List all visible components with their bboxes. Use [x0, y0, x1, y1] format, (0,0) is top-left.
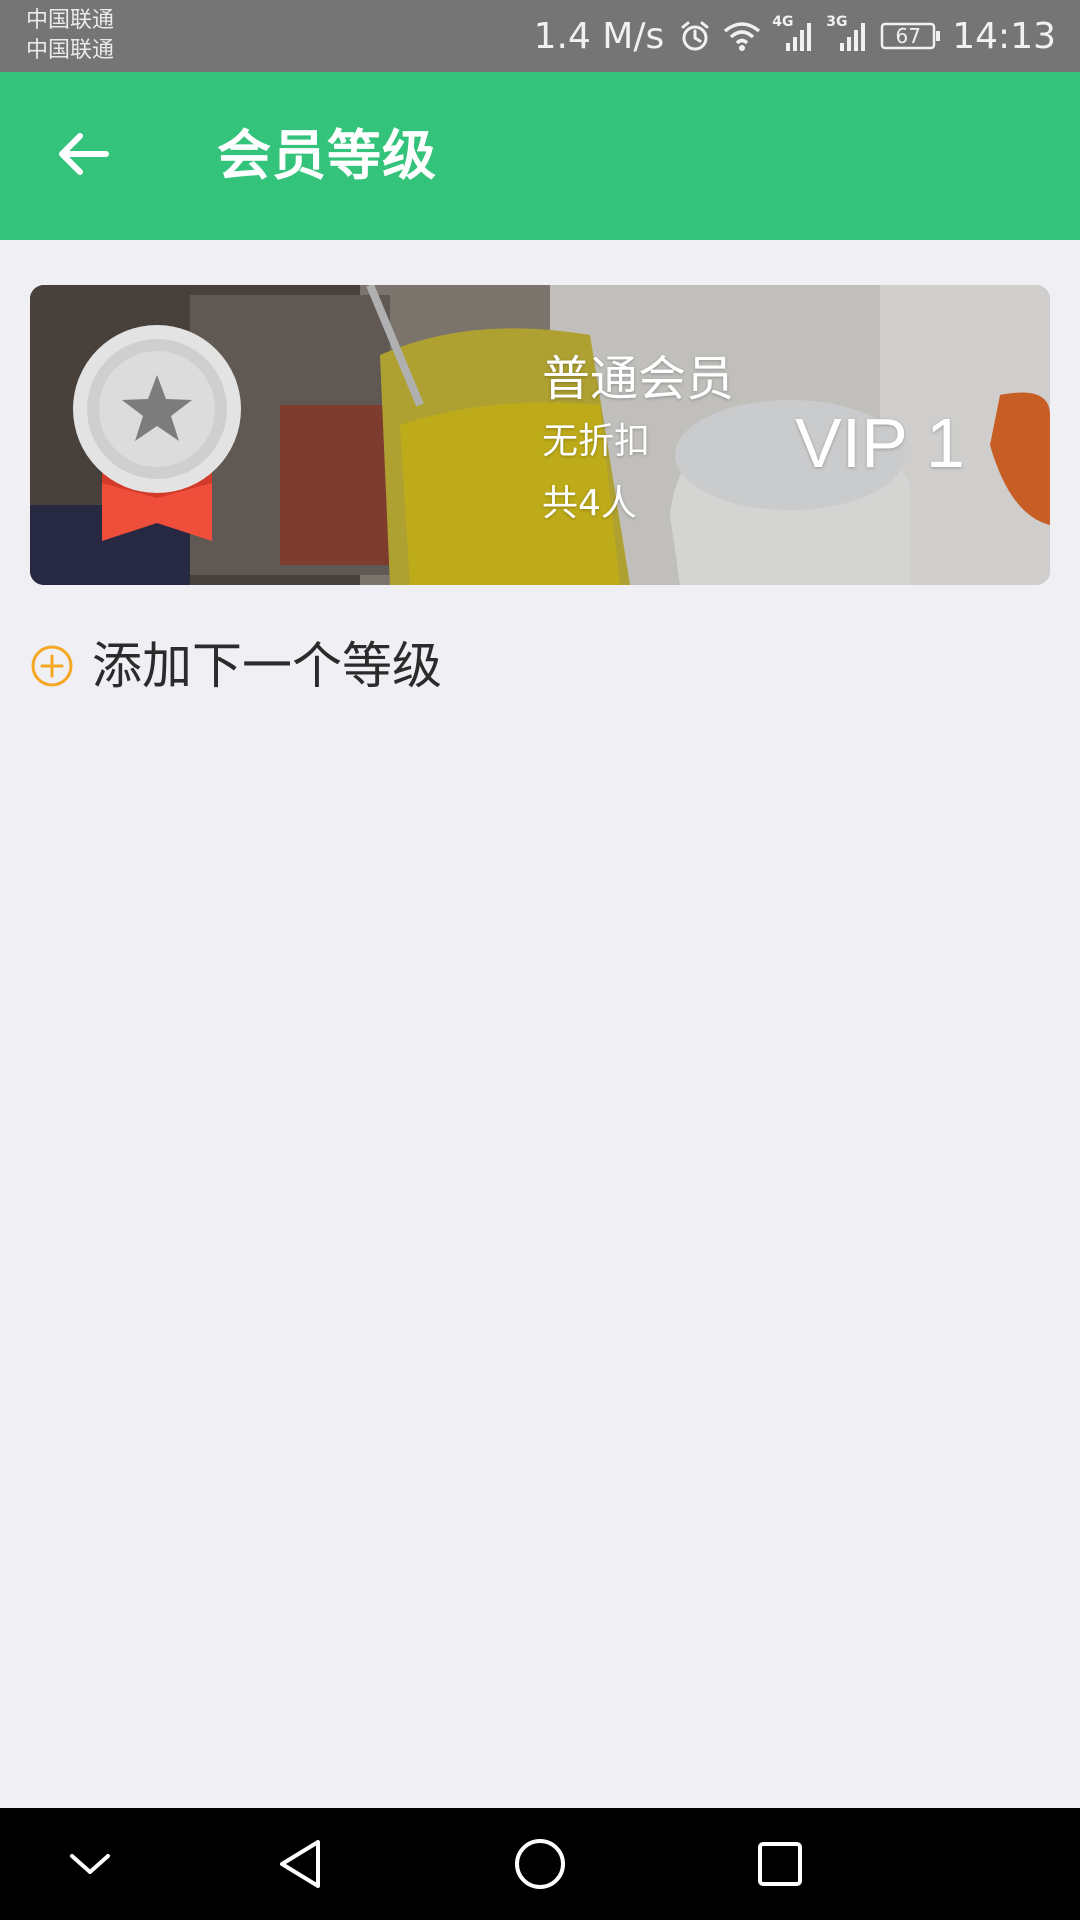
tier-member-count: 共4人 — [542, 483, 637, 524]
hide-nav-button[interactable] — [34, 1808, 146, 1920]
vip-level-label: VIP 1 — [795, 404, 965, 482]
clock: 14:13 — [952, 15, 1056, 57]
status-bar: 中国联通 中国联通 1.4 M/s 4G 3G 67 14:13 — [0, 0, 1080, 72]
system-nav-bar — [0, 1808, 1080, 1920]
member-tier-card[interactable]: 普通会员 无折扣 共4人 VIP 1 — [30, 285, 1050, 585]
signal-4g-icon: 4G — [772, 15, 816, 53]
back-triangle-icon — [280, 1840, 320, 1888]
carrier-1: 中国联通 — [26, 8, 115, 33]
battery-icon: 67 — [880, 21, 942, 51]
status-indicators: 1.4 M/s 4G 3G 67 14:13 — [534, 0, 1056, 72]
page-title: 会员等级 — [217, 124, 437, 187]
tier-name: 普通会员 — [542, 351, 735, 407]
signal-1-type: 4G — [772, 14, 794, 30]
back-nav-button[interactable] — [244, 1808, 356, 1920]
add-next-tier-button[interactable]: 添加下一个等级 — [30, 630, 442, 702]
recents-square-icon — [758, 1842, 802, 1886]
battery-level: 67 — [895, 24, 921, 48]
signal-3g-icon: 3G — [826, 15, 870, 53]
wifi-icon — [722, 19, 762, 53]
network-speed: 1.4 M/s — [533, 15, 665, 57]
recents-nav-button[interactable] — [724, 1808, 836, 1920]
silver-star-medal-icon — [73, 325, 241, 541]
home-circle-icon — [515, 1839, 565, 1889]
chevron-down-icon — [70, 1854, 110, 1874]
carrier-info: 中国联通 中国联通 — [26, 6, 114, 66]
back-button[interactable] — [42, 116, 122, 196]
tier-discount: 无折扣 — [542, 421, 651, 462]
alarm-icon — [678, 19, 712, 53]
carrier-2: 中国联通 — [26, 38, 115, 63]
signal-2-type: 3G — [826, 14, 848, 30]
plus-circle-icon — [31, 645, 73, 687]
arrow-left-icon — [54, 130, 110, 182]
home-nav-button[interactable] — [484, 1808, 596, 1920]
app-bar: 会员等级 — [0, 72, 1080, 240]
tier-info: 普通会员 无折扣 共4人 — [542, 347, 734, 529]
add-tier-label: 添加下一个等级 — [92, 637, 442, 695]
